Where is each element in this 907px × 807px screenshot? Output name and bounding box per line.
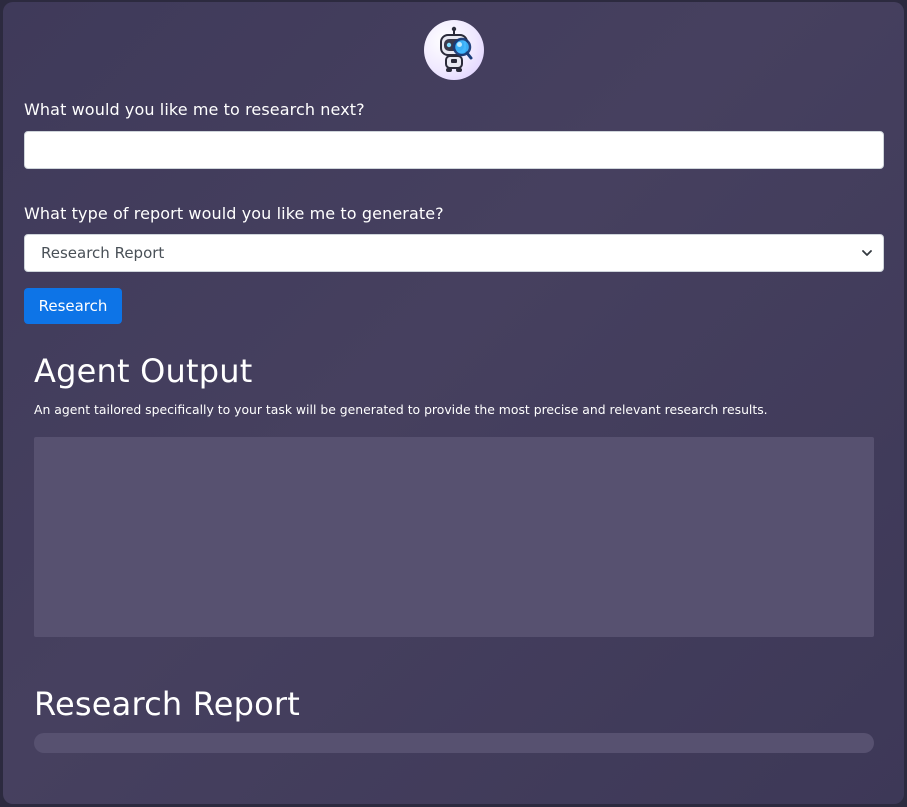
chevron-down-icon [862, 250, 872, 256]
research-button[interactable]: Research [24, 288, 122, 324]
agent-output-box [34, 437, 874, 637]
research-report-box [34, 733, 874, 753]
agent-output-description: An agent tailored specifically to your t… [34, 402, 768, 417]
agent-output-title: Agent Output [34, 352, 253, 390]
robot-detective-icon [424, 20, 484, 80]
report-type-select[interactable]: Research Report [24, 234, 884, 272]
query-label: What would you like me to research next? [24, 100, 365, 119]
research-report-title: Research Report [34, 685, 301, 723]
main-panel: What would you like me to research next?… [3, 2, 904, 804]
research-query-input[interactable] [24, 131, 884, 169]
report-type-label: What type of report would you like me to… [24, 204, 444, 223]
report-type-selected: Research Report [41, 244, 165, 262]
